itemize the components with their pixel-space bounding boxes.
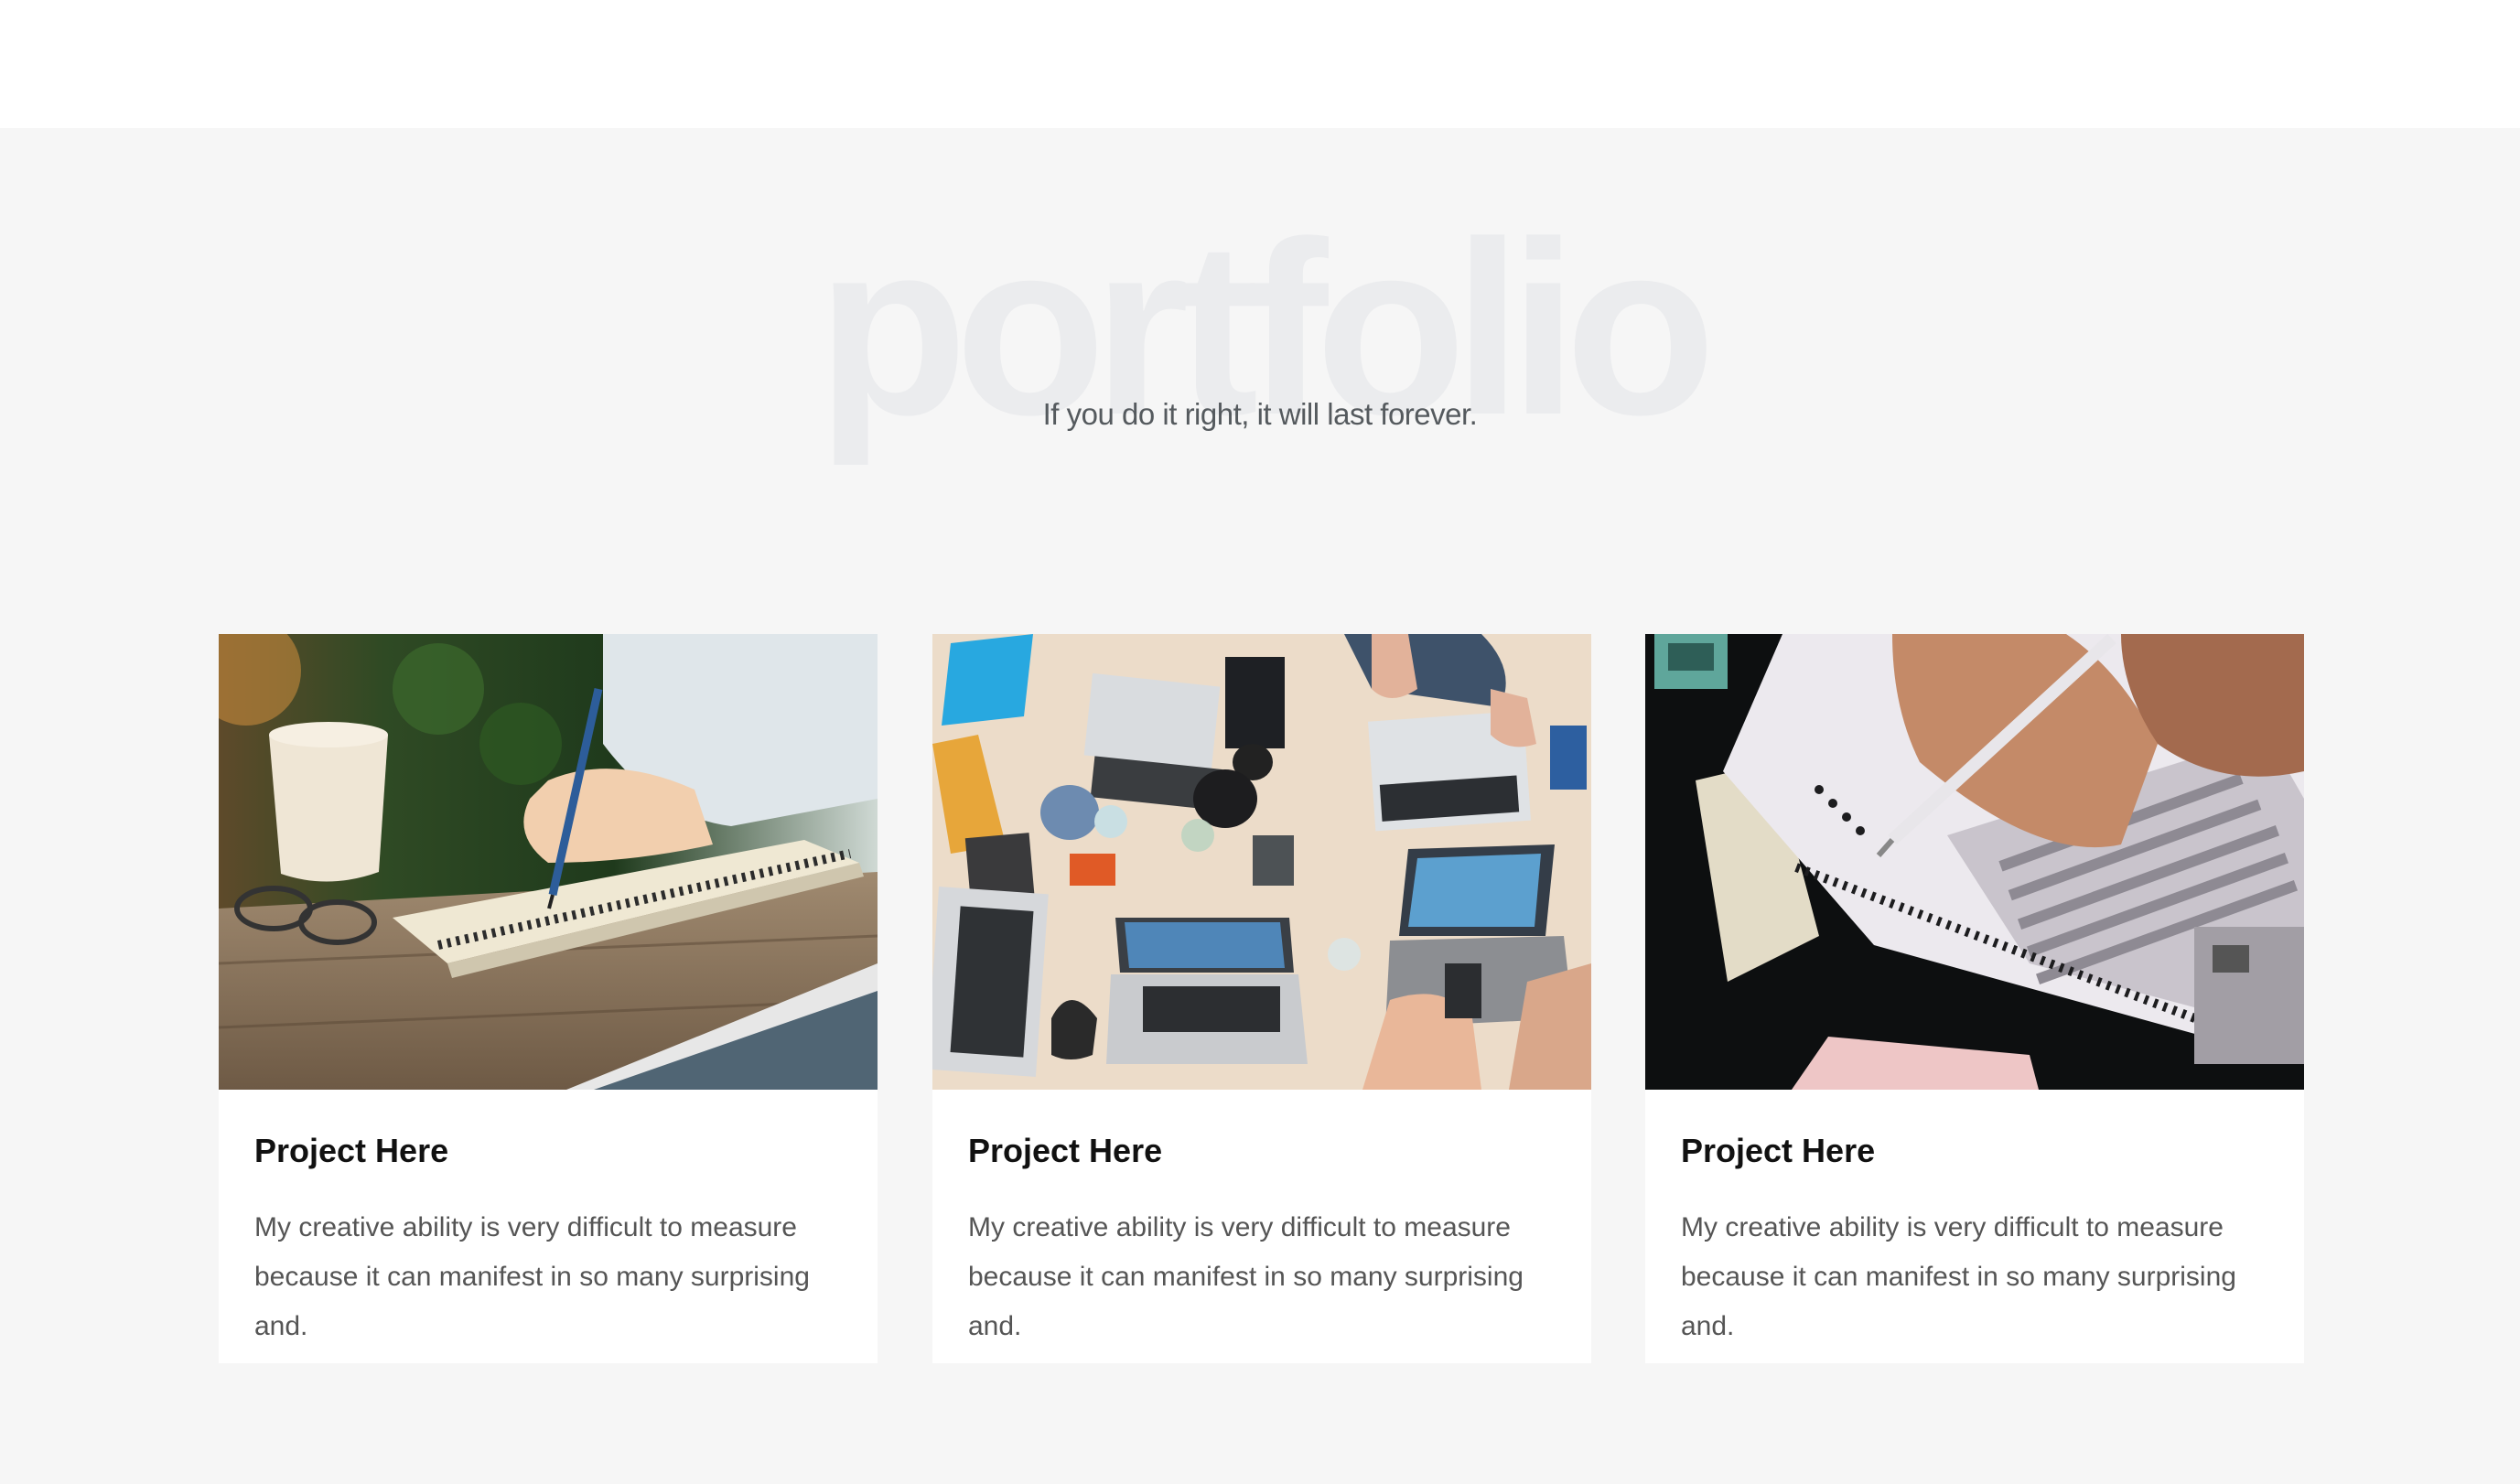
project-description: My creative ability is very difficult to… <box>1681 1212 2236 1341</box>
top-navigation-bar <box>0 0 2520 128</box>
project-title[interactable]: Project Here <box>254 1128 849 1174</box>
project-title[interactable]: Project Here <box>968 1128 1563 1174</box>
project-card-1[interactable]: Project Here My creative ability is very… <box>219 634 878 1363</box>
project-image-writing-notebook[interactable] <box>219 634 878 1090</box>
project-description: My creative ability is very difficult to… <box>968 1212 1524 1341</box>
project-title[interactable]: Project Here <box>1681 1128 2276 1174</box>
project-card-3[interactable]: Project Here My creative ability is very… <box>1645 634 2304 1363</box>
portfolio-subtitle: If you do it right, it will last forever… <box>1042 397 1478 431</box>
project-card-2[interactable]: Project Here My creative ability is very… <box>932 634 1591 1363</box>
project-image-answer-sheet[interactable] <box>1645 634 2304 1090</box>
project-image-team-laptops[interactable] <box>932 634 1591 1090</box>
project-description: My creative ability is very difficult to… <box>254 1212 810 1341</box>
